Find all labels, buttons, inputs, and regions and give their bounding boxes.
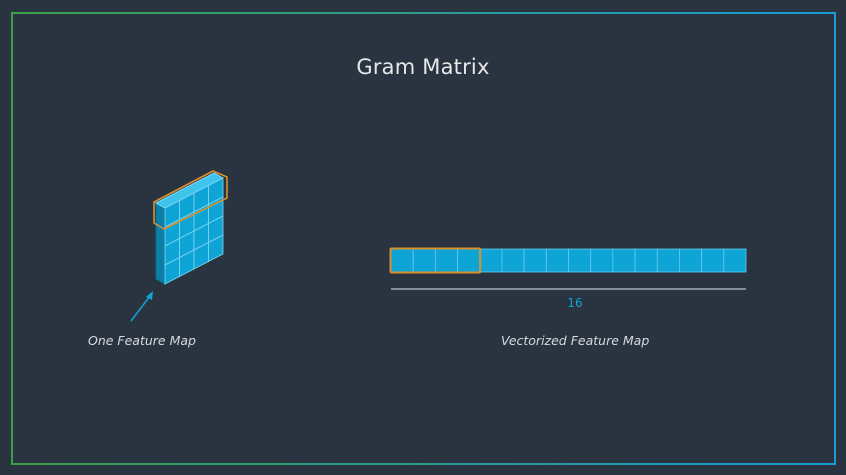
vectorized-feature-map-caption: Vectorized Feature Map: [501, 333, 650, 348]
vector-cell: [656, 248, 680, 273]
vector-cell: [390, 248, 414, 273]
vector-cell: [479, 248, 503, 273]
feature-map-caption: One Feature Map: [88, 333, 196, 348]
vector-cells: [390, 248, 747, 273]
vector-cell: [568, 248, 592, 273]
vector-cell: [501, 248, 525, 273]
vector-cell: [723, 248, 747, 273]
vector-cell: [412, 248, 436, 273]
vector-cell: [701, 248, 725, 273]
vector-cell: [457, 248, 481, 273]
vector-cell: [434, 248, 458, 273]
vector-cell: [545, 248, 569, 273]
vectorized-feature-map: [389, 247, 747, 290]
vector-cell: [679, 248, 703, 273]
vector-cell: [523, 248, 547, 273]
vector-cell: [634, 248, 658, 273]
vector-cell: [612, 248, 636, 273]
vector-cell: [590, 248, 614, 273]
vector-length-label: 16: [567, 296, 583, 310]
